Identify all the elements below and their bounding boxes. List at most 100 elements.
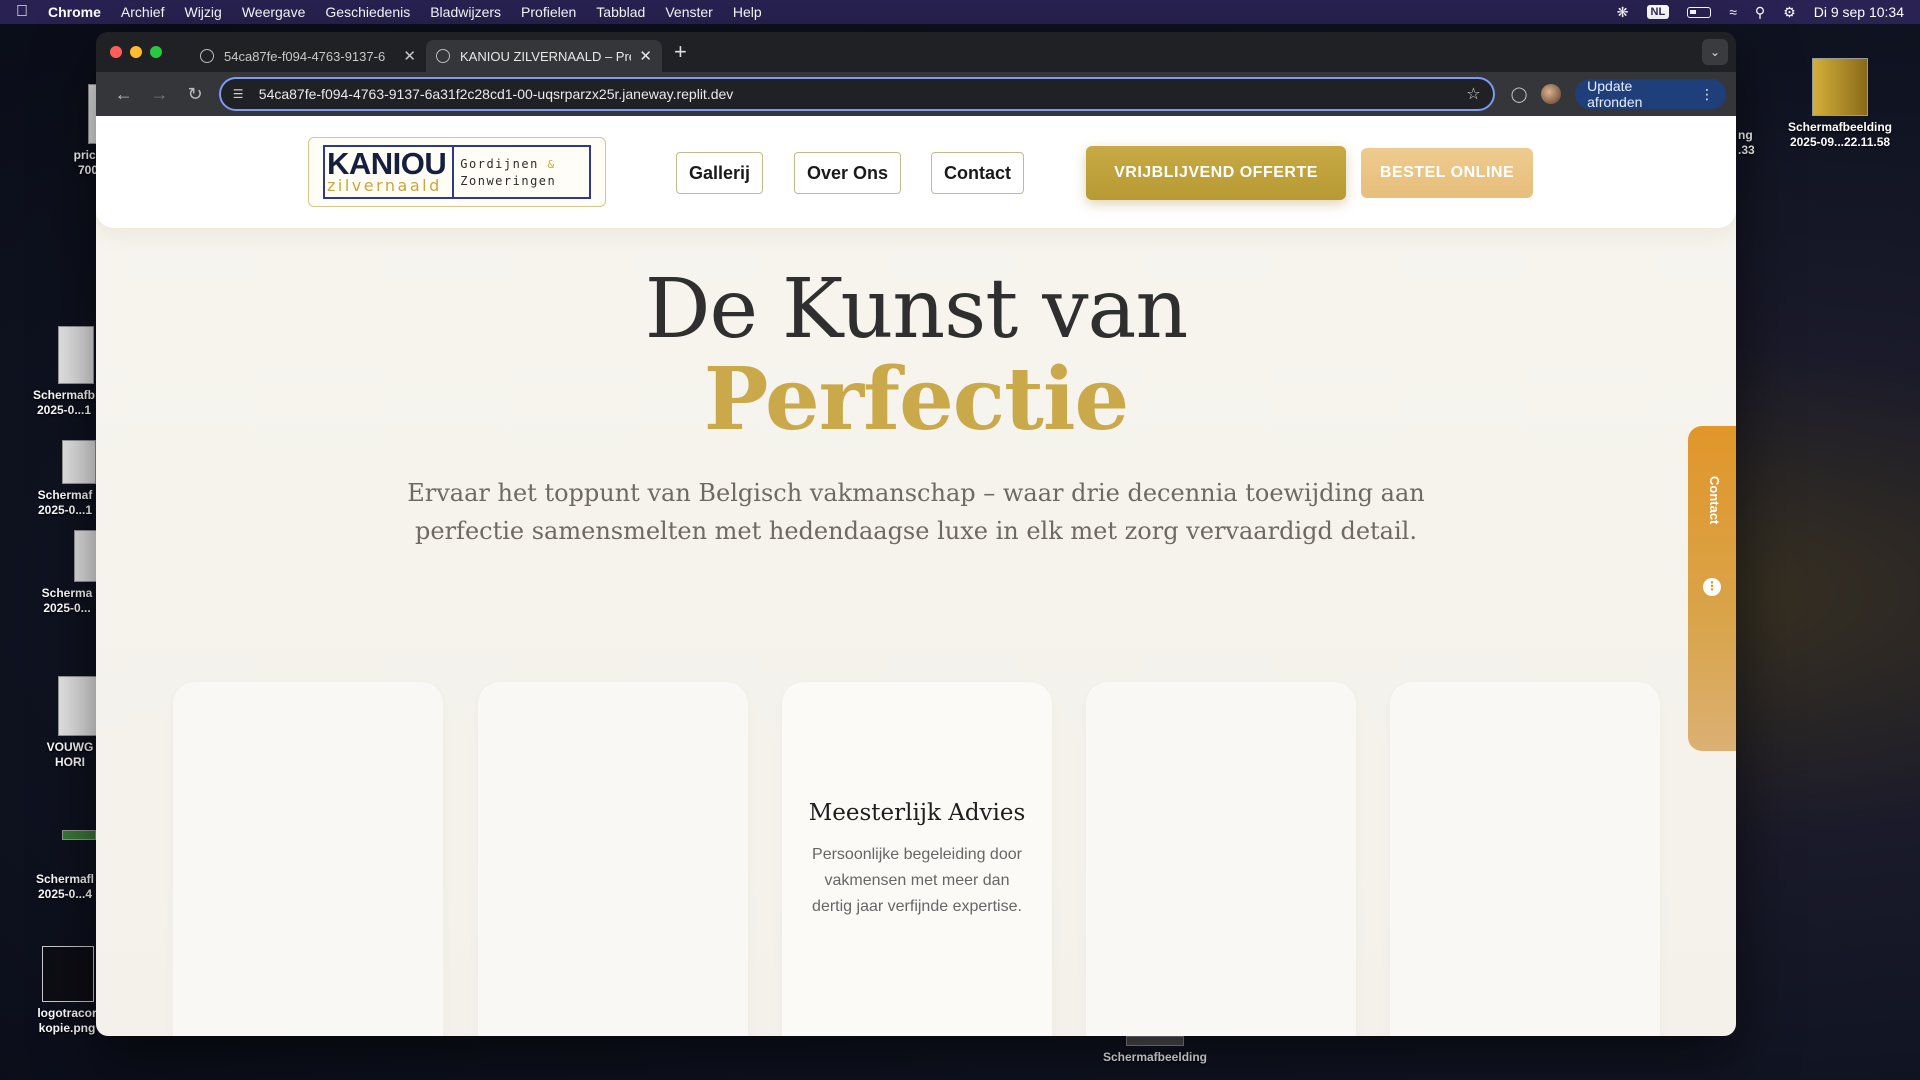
menu-venster[interactable]: Venster	[665, 4, 712, 20]
site-logo[interactable]: KANIOU zilvernaald Gordijnen & Zonwering…	[308, 137, 606, 207]
desktop-file-label: logotracor kopie.png	[37, 1006, 97, 1035]
desktop-file-screenshot-5[interactable]: Schermafbeelding 2025-09...22.11.58	[1776, 58, 1904, 150]
close-tab-icon[interactable]: ✕	[639, 47, 652, 65]
menu-archief[interactable]: Archief	[121, 4, 165, 20]
profile-avatar[interactable]	[1541, 84, 1562, 104]
file-thumbnail	[42, 946, 94, 1002]
desktop-file-label: Schermafb 2025-0...1	[32, 388, 96, 417]
hero-subtitle: Ervaar het toppunt van Belgisch vakmansc…	[407, 479, 1425, 545]
new-tab-button[interactable]: +	[674, 39, 687, 65]
site-header: KANIOU zilvernaald Gordijnen & Zonwering…	[96, 116, 1736, 228]
feature-card-1	[173, 682, 443, 1036]
browser-tab-1[interactable]: 54ca87fe-f094-4763-9137-6 ✕	[190, 40, 426, 72]
menu-help[interactable]: Help	[733, 4, 762, 20]
feature-card-5	[1390, 682, 1660, 1036]
close-window-button[interactable]	[110, 46, 122, 58]
feature-card-text: Persoonlijke begeleiding door vakmensen …	[812, 846, 1022, 915]
logo-brand-block: KANIOU zilvernaald	[325, 146, 455, 197]
menubar-status-area: ❋ NL ≈ ⚲ ⚙ Di 9 sep 10:34	[1617, 4, 1904, 21]
desktop-file-label: Schermafbeelding 2025-09...22.11.58	[1787, 120, 1893, 149]
side-contact-label: Contact	[1707, 476, 1722, 525]
menu-wijzig[interactable]: Wijzig	[184, 4, 221, 20]
site-settings-icon[interactable]: ☰	[233, 87, 247, 101]
browser-toolbar: ← → ↻ ☰ 54ca87fe-f094-4763-9137-6a31f2c2…	[96, 72, 1736, 116]
more-options-icon[interactable]: ⋮	[1703, 578, 1721, 596]
tab-title: KANIOU ZILVERNAALD – Pre	[460, 48, 632, 64]
feature-card-4	[1086, 682, 1356, 1036]
input-source-badge[interactable]: NL	[1646, 5, 1670, 19]
spotlight-search-icon[interactable]: ⚲	[1755, 4, 1765, 21]
battery-icon[interactable]	[1687, 6, 1712, 18]
control-center-icon[interactable]: ⚙	[1783, 4, 1796, 21]
feature-card-3: Meesterlijk Advies Persoonlijke begeleid…	[782, 682, 1052, 1036]
logo-line1: Gordijnen	[460, 156, 539, 171]
request-quote-button[interactable]: VRIJBLIJVEND OFFERTE	[1086, 146, 1346, 200]
menu-tabblad[interactable]: Tabblad	[596, 4, 645, 20]
reload-button[interactable]: ↻	[177, 84, 213, 105]
file-thumbnail	[58, 676, 98, 736]
desktop-file-screenshot-6[interactable]: Schermafbeelding	[1090, 1036, 1220, 1065]
tab-search-button[interactable]: ⌄	[1702, 39, 1728, 65]
extensions-icon[interactable]: ◯	[1511, 85, 1528, 103]
desktop-file-label: Schermafbeelding	[1102, 1050, 1208, 1064]
feature-card-2	[478, 682, 748, 1036]
wifi-icon[interactable]: ≈	[1729, 4, 1737, 20]
tab-strip: 54ca87fe-f094-4763-9137-6 ✕ KANIOU ZILVE…	[96, 32, 1736, 72]
desktop-file-label: Scherma 2025-0...	[41, 586, 93, 615]
logo-frame: KANIOU zilvernaald Gordijnen & Zonwering…	[323, 145, 591, 199]
nav-contact[interactable]: Contact	[931, 152, 1024, 194]
file-thumbnail	[62, 440, 96, 484]
desktop-file-screenshot-2[interactable]: Schermaf 2025-0...1	[28, 440, 102, 518]
zoom-window-button[interactable]	[150, 46, 162, 58]
file-thumbnail	[62, 830, 96, 840]
file-thumbnail	[58, 326, 94, 384]
address-bar[interactable]: ☰ 54ca87fe-f094-4763-9137-6a31f2c28cd1-0…	[218, 77, 1495, 111]
minimize-window-button[interactable]	[130, 46, 142, 58]
browser-tab-2[interactable]: KANIOU ZILVERNAALD – Pre ✕	[426, 40, 662, 72]
desktop-file-partial[interactable]: ng .33	[1738, 128, 1768, 158]
menu-weergave[interactable]: Weergave	[242, 4, 306, 20]
desktop-file-screenshot-3[interactable]: Scherma 2025-0...	[34, 530, 100, 616]
nav-gallerij[interactable]: Gallerij	[676, 152, 764, 194]
menu-geschiedenis[interactable]: Geschiedenis	[325, 4, 410, 20]
forward-button[interactable]: →	[142, 84, 178, 105]
menubar-clock[interactable]: Di 9 sep 10:34	[1814, 4, 1904, 20]
nav-over-ons[interactable]: Over Ons	[794, 152, 902, 194]
page-viewport: KANIOU zilvernaald Gordijnen & Zonwering…	[96, 116, 1736, 1036]
openai-icon[interactable]: ❋	[1617, 4, 1629, 21]
logo-tagline: Gordijnen & Zonweringen	[454, 147, 589, 197]
feature-card-title: Meesterlijk Advies	[808, 800, 1026, 826]
address-url[interactable]: 54ca87fe-f094-4763-9137-6a31f2c28cd1-00-…	[259, 86, 1466, 102]
menu-bladwijzers[interactable]: Bladwijzers	[430, 4, 501, 20]
desktop-file-screenshot-4[interactable]: Schermafl 2025-0...4	[28, 830, 102, 902]
hero-heading-line2: Perfectie	[703, 349, 1130, 450]
desktop-file-vouwgordijn[interactable]: VOUWG HORI	[40, 676, 100, 770]
logo-sub: zilvernaald	[327, 176, 442, 195]
order-online-button[interactable]: BESTEL ONLINE	[1361, 148, 1533, 198]
desktop-file-label: ng .33	[1738, 128, 1755, 157]
more-menu-icon: ⋮	[1700, 85, 1714, 102]
logo-line2: Zonweringen	[460, 173, 557, 188]
logo-brand: KANIOU	[327, 146, 447, 181]
logo-amp: &	[547, 157, 556, 171]
desktop-file-label: Schermaf 2025-0...1	[37, 488, 93, 517]
desktop-file-logotracor[interactable]: logotracor kopie.png	[30, 946, 104, 1036]
globe-icon	[200, 49, 214, 63]
close-tab-icon[interactable]: ✕	[403, 47, 416, 65]
update-chrome-button[interactable]: Update afronden ⋮	[1575, 78, 1726, 110]
hero-heading: De Kunst van Perfectie	[96, 266, 1736, 446]
update-label: Update afronden	[1587, 78, 1643, 110]
macos-menubar:  Chrome Archief Wijzig Weergave Geschie…	[0, 0, 1920, 24]
side-contact-tab[interactable]: Contact ⋮	[1688, 426, 1736, 751]
desktop-file-screenshot-1[interactable]: Schermafb 2025-0...1	[24, 326, 104, 418]
menu-profielen[interactable]: Profielen	[521, 4, 576, 20]
file-thumbnail	[1126, 1036, 1184, 1046]
chrome-window: 54ca87fe-f094-4763-9137-6 ✕ KANIOU ZILVE…	[96, 32, 1736, 1036]
back-button[interactable]: ←	[106, 84, 142, 105]
window-controls	[110, 46, 162, 58]
tab-title: 54ca87fe-f094-4763-9137-6	[224, 48, 386, 64]
apple-icon[interactable]: 	[16, 3, 28, 21]
bookmark-star-icon[interactable]: ☆	[1466, 84, 1480, 104]
globe-icon	[436, 49, 450, 63]
menu-app-chrome[interactable]: Chrome	[48, 4, 101, 20]
